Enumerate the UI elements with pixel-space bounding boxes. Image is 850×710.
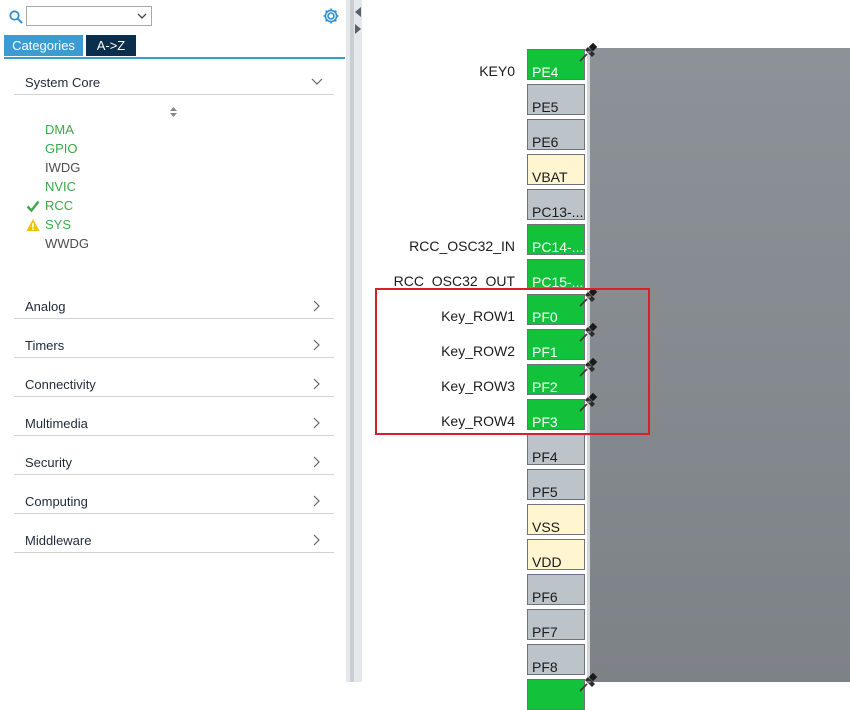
- panel-splitter[interactable]: [346, 0, 362, 682]
- check-icon: [26, 200, 40, 213]
- pin-pf5[interactable]: PF5: [527, 469, 585, 500]
- tab-a-to-z[interactable]: A->Z: [86, 35, 136, 56]
- search-icon[interactable]: [9, 10, 23, 24]
- category-analog[interactable]: Analog: [14, 294, 334, 319]
- category-middleware[interactable]: Middleware: [14, 528, 334, 553]
- pin-name: VDD: [532, 554, 562, 570]
- pin-pf6[interactable]: PF6: [527, 574, 585, 605]
- pin-name: PE6: [532, 134, 559, 150]
- chevron-right-icon: [313, 456, 320, 468]
- peripheral-rcc[interactable]: RCC: [45, 197, 73, 215]
- sort-icon[interactable]: [169, 106, 178, 118]
- category-label: Timers: [25, 338, 65, 353]
- pin-name: PF7: [532, 624, 558, 640]
- category-security[interactable]: Security: [14, 450, 334, 475]
- pin-name: PF5: [532, 484, 558, 500]
- pin-name: PC15-...: [532, 274, 584, 290]
- category-label: Analog: [25, 299, 66, 314]
- pin-pf4[interactable]: PF4: [527, 434, 585, 465]
- category-multimedia[interactable]: Multimedia: [14, 411, 334, 436]
- pin-name: PE5: [532, 99, 559, 115]
- pin-pc15[interactable]: PC15-...: [527, 259, 585, 290]
- pushpin-icon: [579, 43, 598, 62]
- gear-icon[interactable]: [322, 7, 340, 25]
- pin-vbat[interactable]: VBAT: [527, 154, 585, 185]
- category-system-core[interactable]: System Core: [14, 70, 334, 95]
- peripheral-gpio[interactable]: GPIO: [45, 140, 78, 158]
- splitter-bar: [350, 0, 354, 682]
- pin-pc14[interactable]: PC14-...: [527, 224, 585, 255]
- configuration-sidebar: Categories A->Z System Core DMA GPIO IWD…: [0, 0, 345, 682]
- pin-pf8[interactable]: PF8: [527, 644, 585, 675]
- pin-name: PC13-...: [532, 204, 584, 220]
- category-label: Computing: [25, 494, 88, 509]
- pin-name: PC14-...: [532, 239, 584, 255]
- peripheral-nvic[interactable]: NVIC: [45, 178, 76, 196]
- pin-vdd[interactable]: VDD: [527, 539, 585, 570]
- category-computing[interactable]: Computing: [14, 489, 334, 514]
- pin-vss[interactable]: VSS: [527, 504, 585, 535]
- category-label: Security: [25, 455, 72, 470]
- chevron-right-icon: [313, 534, 320, 546]
- tab-categories[interactable]: Categories: [4, 35, 83, 56]
- pin-name: PF8: [532, 659, 558, 675]
- pin-name: VSS: [532, 519, 561, 535]
- pin-user-label[interactable]: KEY0: [479, 62, 515, 80]
- chevron-right-icon: [313, 378, 320, 390]
- chevron-down-icon[interactable]: [137, 12, 147, 20]
- collapse-left-icon[interactable]: [354, 6, 362, 18]
- chevron-down-icon: [311, 78, 323, 85]
- pin-pe5[interactable]: PE5: [527, 84, 585, 115]
- pushpin-icon: [579, 673, 598, 692]
- category-label: Multimedia: [25, 416, 88, 431]
- pin-pc13[interactable]: PC13-...: [527, 189, 585, 220]
- chevron-right-icon: [313, 417, 320, 429]
- chevron-right-icon: [313, 300, 320, 312]
- expand-right-icon[interactable]: [354, 23, 362, 35]
- peripheral-iwdg[interactable]: IWDG: [45, 159, 80, 177]
- category-label: Middleware: [25, 533, 92, 548]
- chevron-right-icon: [313, 339, 320, 351]
- search-input[interactable]: [26, 6, 152, 26]
- pin-name: PF4: [532, 449, 558, 465]
- pin-user-label[interactable]: RCC_OSC32_IN: [409, 237, 515, 255]
- category-label: System Core: [25, 75, 101, 90]
- pin-pf7[interactable]: PF7: [527, 609, 585, 640]
- category-connectivity[interactable]: Connectivity: [14, 372, 334, 397]
- highlight-box: [375, 288, 650, 435]
- peripheral-wwdg[interactable]: WWDG: [45, 235, 89, 253]
- pin-name: VBAT: [532, 169, 568, 185]
- category-timers[interactable]: Timers: [14, 333, 334, 358]
- pin-name: PF6: [532, 589, 558, 605]
- peripheral-sys[interactable]: SYS: [45, 216, 71, 234]
- tab-underline: [4, 57, 345, 59]
- chevron-right-icon: [313, 495, 320, 507]
- warning-icon: [26, 219, 40, 231]
- peripheral-dma[interactable]: DMA: [45, 121, 74, 139]
- search-row: [6, 6, 346, 30]
- category-label: Connectivity: [25, 377, 96, 392]
- pin-pe6[interactable]: PE6: [527, 119, 585, 150]
